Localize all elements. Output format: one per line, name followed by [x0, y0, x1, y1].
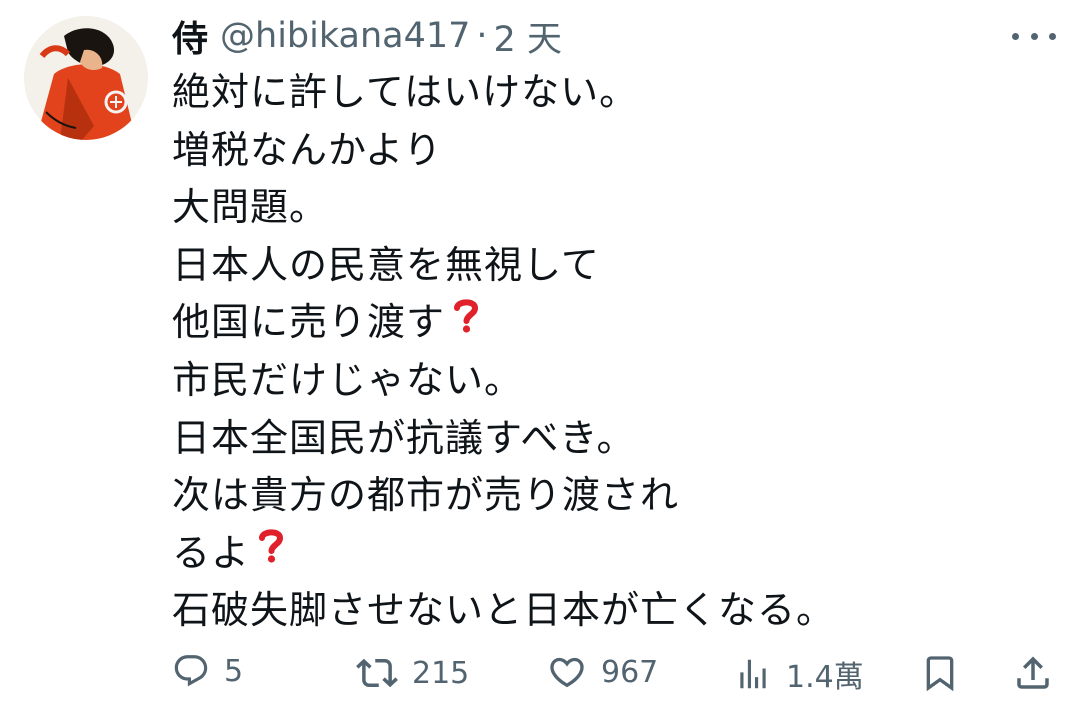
- retweet-count: 215: [412, 655, 470, 691]
- tweet-line: 日本人の民意を無視して: [172, 237, 1052, 295]
- tweet-line-text: 絶対に許してはいけない。: [172, 70, 639, 114]
- like-count: 967: [601, 654, 659, 690]
- tweet-line: 日本全国民が抗議すべき。: [172, 410, 1052, 468]
- tweet-line-text: 他国に売り渡す: [172, 300, 446, 345]
- tweet-line-text: 次は貴方の都市が売り渡され: [172, 473, 680, 518]
- view-count: 1.4萬: [786, 660, 864, 695]
- tweet-line-text: 日本人の民意を無視して: [172, 242, 600, 287]
- tweet-actions: 5 215 967 1.4萬: [0, 652, 1080, 712]
- tweet-line: 石破失脚させないと日本が亡くなる。: [172, 582, 1052, 640]
- heart-icon: [547, 652, 587, 692]
- tweet-line: 他国に売り渡す: [172, 294, 1052, 352]
- retweet-icon: [356, 652, 398, 694]
- separator-dot: ·: [476, 16, 488, 56]
- tweet-line-text: るよ: [172, 530, 251, 575]
- more-options-button[interactable]: [1012, 22, 1056, 50]
- views-icon: [734, 654, 772, 694]
- more-icon: [1049, 32, 1056, 40]
- views-button[interactable]: 1.4萬: [734, 652, 864, 696]
- tweet-line-text: 日本全国民が抗議すべき。: [172, 415, 636, 460]
- share-button[interactable]: [1012, 652, 1054, 694]
- like-button[interactable]: 967: [547, 652, 658, 692]
- tweet-line-text: 石破失脚させないと日本が亡くなる。: [172, 588, 836, 633]
- bookmark-button[interactable]: [920, 652, 960, 694]
- reply-count: 5: [224, 653, 244, 689]
- tweet-line-text: 大問題。: [172, 185, 329, 230]
- user-handle[interactable]: @hibikana417: [220, 16, 470, 56]
- reply-icon: [172, 652, 210, 690]
- tweet-line: 増税なんかより: [172, 122, 1052, 180]
- tweet-line: 絶対に許してはいけない。: [172, 64, 1052, 122]
- share-icon: [1012, 652, 1054, 694]
- tweet-line: るよ: [172, 525, 1052, 583]
- question-mark-emoji: [258, 522, 284, 580]
- avatar[interactable]: [24, 16, 148, 140]
- retweet-button[interactable]: 215: [356, 652, 469, 694]
- tweet-line: 市民だけじゃない。: [172, 352, 1052, 410]
- timestamp[interactable]: 2 天: [494, 11, 562, 62]
- tweet-text: 絶対に許してはいけない。 増税なんかより 大問題。 日本人の民意を無視して 他国…: [172, 64, 1052, 640]
- tweet-line: 大問題。: [172, 179, 1052, 237]
- tweet-line: 次は貴方の都市が売り渡され: [172, 467, 1052, 525]
- tweet-line-text: 増税なんかより: [172, 127, 443, 172]
- bookmark-icon: [920, 652, 960, 694]
- reply-button[interactable]: 5: [172, 652, 243, 690]
- tweet-header: 侍 @hibikana417 · 2 天: [172, 12, 562, 60]
- display-name[interactable]: 侍: [172, 10, 208, 62]
- tweet-line-text: 市民だけじゃない。: [172, 357, 524, 402]
- question-mark-emoji: [453, 292, 479, 350]
- more-icon: [1012, 32, 1019, 40]
- more-icon: [1030, 32, 1038, 40]
